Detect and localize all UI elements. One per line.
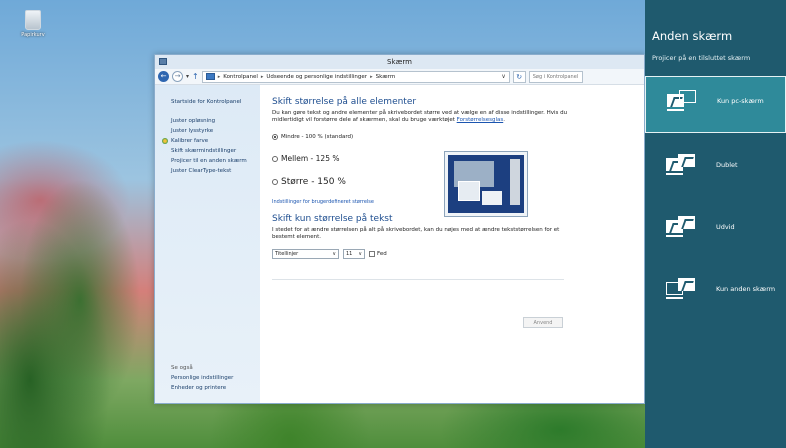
see-also-section: Se også Personlige indstillinger Enheder… bbox=[171, 365, 233, 395]
sidebar-item-calibrate-color[interactable]: Kalibrer farve bbox=[171, 138, 208, 144]
second-screen-charm: Anden skærm Projicer på en tilsluttet sk… bbox=[645, 0, 786, 448]
magnifier-link[interactable]: Forstørrelsesglas bbox=[457, 117, 504, 123]
font-size-select[interactable]: 11 ∨ bbox=[343, 249, 365, 259]
project-option-label: Udvid bbox=[716, 223, 735, 231]
sidebar: Startside for Kontrolpanel Juster opløsn… bbox=[155, 85, 260, 403]
window-title: Skærm bbox=[387, 58, 412, 66]
see-also-header: Se også bbox=[171, 365, 193, 371]
window-titlebar[interactable]: Skærm bbox=[155, 55, 644, 69]
back-icon[interactable]: ← bbox=[158, 71, 169, 82]
recent-pages-icon[interactable]: ▾ bbox=[186, 73, 189, 80]
main-content: Skift størrelse på alle elementer Du kan… bbox=[260, 85, 644, 403]
see-also-devices-printers[interactable]: Enheder og printere bbox=[171, 385, 233, 391]
charm-title: Anden skærm bbox=[652, 29, 733, 43]
charm-subtitle: Projicer på en tilsluttet skærm bbox=[652, 54, 751, 62]
calibrate-color-icon bbox=[162, 138, 168, 144]
sidebar-item-cleartype[interactable]: Juster ClearType-tekst bbox=[171, 168, 260, 174]
sidebar-home-link[interactable]: Startside for Kontrolpanel bbox=[171, 99, 260, 105]
recycle-bin-icon bbox=[25, 10, 41, 30]
text-size-controls: Titellinjer ∨ 11 ∨ Fed bbox=[272, 249, 634, 259]
radio-button[interactable] bbox=[272, 155, 278, 162]
preview-screen bbox=[448, 155, 524, 213]
bold-label: Fed bbox=[377, 251, 387, 257]
apply-button[interactable]: Anvend bbox=[523, 317, 563, 328]
sidebar-item-brightness[interactable]: Juster lysstyrke bbox=[171, 128, 260, 134]
address-bar[interactable]: ▸ Kontrolpanel ▸ Udseende og personlige … bbox=[201, 70, 510, 83]
search-input[interactable]: Søg i Kontrolpanel bbox=[528, 70, 583, 83]
recycle-bin-label: Papirkurv bbox=[21, 32, 45, 38]
breadcrumb-item[interactable]: Skærm bbox=[376, 74, 396, 80]
desktop: Papirkurv Skærm ← → ▾ ↑ ▸ Kontrolpanel ▸… bbox=[0, 0, 645, 448]
element-select[interactable]: Titellinjer ∨ bbox=[272, 249, 339, 259]
sidebar-item-display-settings[interactable]: Skift skærmindstillinger bbox=[171, 148, 260, 154]
recycle-bin[interactable]: Papirkurv bbox=[17, 10, 49, 38]
bold-checkbox[interactable] bbox=[369, 251, 375, 257]
project-option-second-only[interactable]: Kun anden skærm bbox=[645, 265, 786, 322]
breadcrumb-item[interactable]: Kontrolpanel bbox=[223, 74, 258, 80]
refresh-icon[interactable]: ↻ bbox=[512, 70, 526, 83]
address-dropdown-icon[interactable]: ∨ bbox=[501, 73, 505, 80]
size-option-label: Større - 150 % bbox=[281, 177, 346, 187]
up-arrow-icon[interactable]: ↑ bbox=[192, 72, 199, 81]
control-panel-icon bbox=[205, 73, 215, 80]
breadcrumb-item[interactable]: Udseende og personlige indstillinger bbox=[266, 74, 367, 80]
text-size-description: I stedet for at ændre størrelsen på alt … bbox=[272, 227, 560, 240]
radio-button[interactable] bbox=[272, 134, 278, 140]
chevron-down-icon: ∨ bbox=[332, 251, 336, 257]
sidebar-item-project[interactable]: Projicer til en anden skærm bbox=[171, 158, 260, 164]
size-option-label: Mindre - 100 % (standard) bbox=[281, 134, 354, 140]
pc-only-icon bbox=[667, 90, 697, 116]
chevron-down-icon: ∨ bbox=[358, 251, 362, 257]
page-title: Skift størrelse på alle elementer bbox=[272, 97, 417, 107]
control-panel-window: Skærm ← → ▾ ↑ ▸ Kontrolpanel ▸ Udseende … bbox=[154, 54, 645, 404]
size-description: Du kan gøre tekst og andre elementer på … bbox=[272, 110, 568, 123]
address-toolbar: ← → ▾ ↑ ▸ Kontrolpanel ▸ Udseende og per… bbox=[155, 69, 644, 85]
radio-button[interactable] bbox=[272, 179, 278, 185]
second-screen-only-icon bbox=[666, 278, 696, 304]
project-option-duplicate[interactable]: Dublet bbox=[645, 141, 786, 198]
sidebar-item-resolution[interactable]: Juster opløsning bbox=[171, 118, 260, 124]
window-icon bbox=[159, 58, 167, 65]
size-option-label: Mellem - 125 % bbox=[281, 154, 340, 163]
project-option-label: Kun pc-skærm bbox=[717, 97, 764, 105]
project-option-label: Dublet bbox=[716, 161, 738, 169]
project-option-pc-only[interactable]: Kun pc-skærm bbox=[645, 76, 786, 133]
size-preview-image bbox=[444, 151, 528, 217]
see-also-personalization[interactable]: Personlige indstillinger bbox=[171, 375, 233, 381]
size-option-small[interactable]: Mindre - 100 % (standard) bbox=[272, 134, 634, 140]
forward-icon[interactable]: → bbox=[172, 71, 183, 82]
project-option-extend[interactable]: Udvid bbox=[645, 203, 786, 260]
divider bbox=[272, 279, 564, 280]
extend-icon bbox=[666, 216, 696, 242]
project-option-label: Kun anden skærm bbox=[716, 285, 776, 293]
duplicate-icon bbox=[666, 154, 696, 180]
